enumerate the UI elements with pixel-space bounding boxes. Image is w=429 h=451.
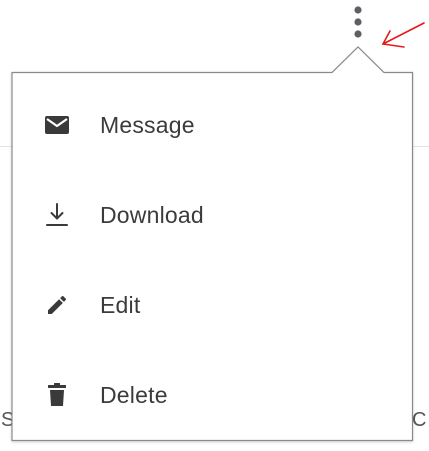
menu-item-message[interactable]: Message [12,80,412,170]
menu-item-label: Message [100,111,195,138]
menu-item-delete[interactable]: Delete [12,350,412,440]
menu-item-edit[interactable]: Edit [12,260,412,350]
kebab-menu-icon [354,6,362,38]
more-options-button[interactable] [348,3,368,43]
trash-icon [42,380,72,410]
menu-item-label: Download [100,201,204,228]
context-menu: Message Download Edit Delete [12,80,412,440]
annotation-arrow-icon [382,22,425,48]
menu-item-label: Delete [100,381,168,408]
menu-item-download[interactable]: Download [12,170,412,260]
menu-item-label: Edit [100,291,141,318]
envelope-icon [42,110,72,140]
download-icon [42,200,72,230]
background-text-fragment-right: C [412,409,427,431]
pencil-icon [42,290,72,320]
